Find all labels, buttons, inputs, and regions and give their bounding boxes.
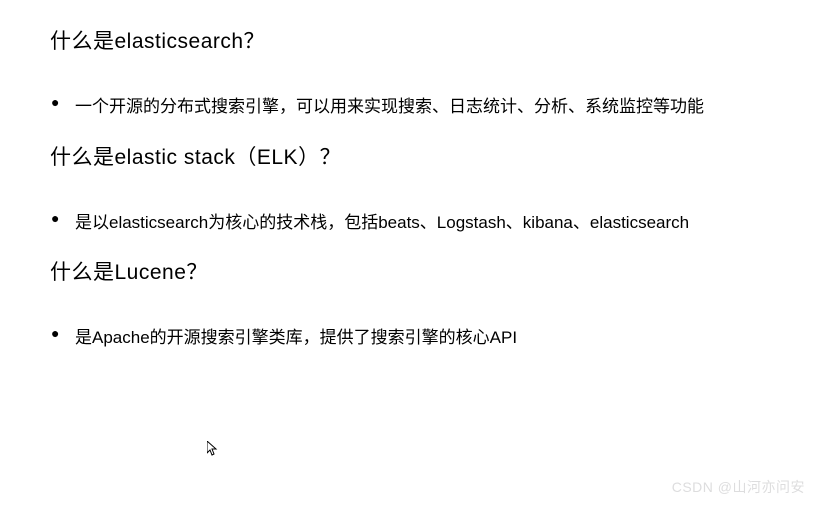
section-lucene: 什么是Lucene？ 是Apache的开源搜索引擎类库，提供了搜索引擎的核心AP… — [50, 256, 770, 362]
list-item: 是以elasticsearch为核心的技术栈，包括beats、Logstash、… — [75, 199, 770, 247]
section-elastic-stack: 什么是elastic stack（ELK）？ 是以elasticsearch为核… — [50, 141, 770, 247]
heading-elasticsearch: 什么是elasticsearch？ — [50, 25, 770, 55]
bullet-list: 是以elasticsearch为核心的技术栈，包括beats、Logstash、… — [50, 199, 770, 247]
list-item: 一个开源的分布式搜索引擎，可以用来实现搜索、日志统计、分析、系统监控等功能 — [75, 83, 770, 131]
watermark-text: CSDN @山河亦问安 — [672, 477, 805, 497]
section-elasticsearch: 什么是elasticsearch？ 一个开源的分布式搜索引擎，可以用来实现搜索、… — [50, 25, 770, 131]
list-item: 是Apache的开源搜索引擎类库，提供了搜索引擎的核心API — [75, 314, 770, 362]
bullet-list: 一个开源的分布式搜索引擎，可以用来实现搜索、日志统计、分析、系统监控等功能 — [50, 83, 770, 131]
bullet-list: 是Apache的开源搜索引擎类库，提供了搜索引擎的核心API — [50, 314, 770, 362]
heading-lucene: 什么是Lucene？ — [50, 256, 770, 286]
cursor-icon — [207, 441, 219, 457]
heading-elastic-stack: 什么是elastic stack（ELK）？ — [50, 141, 770, 171]
